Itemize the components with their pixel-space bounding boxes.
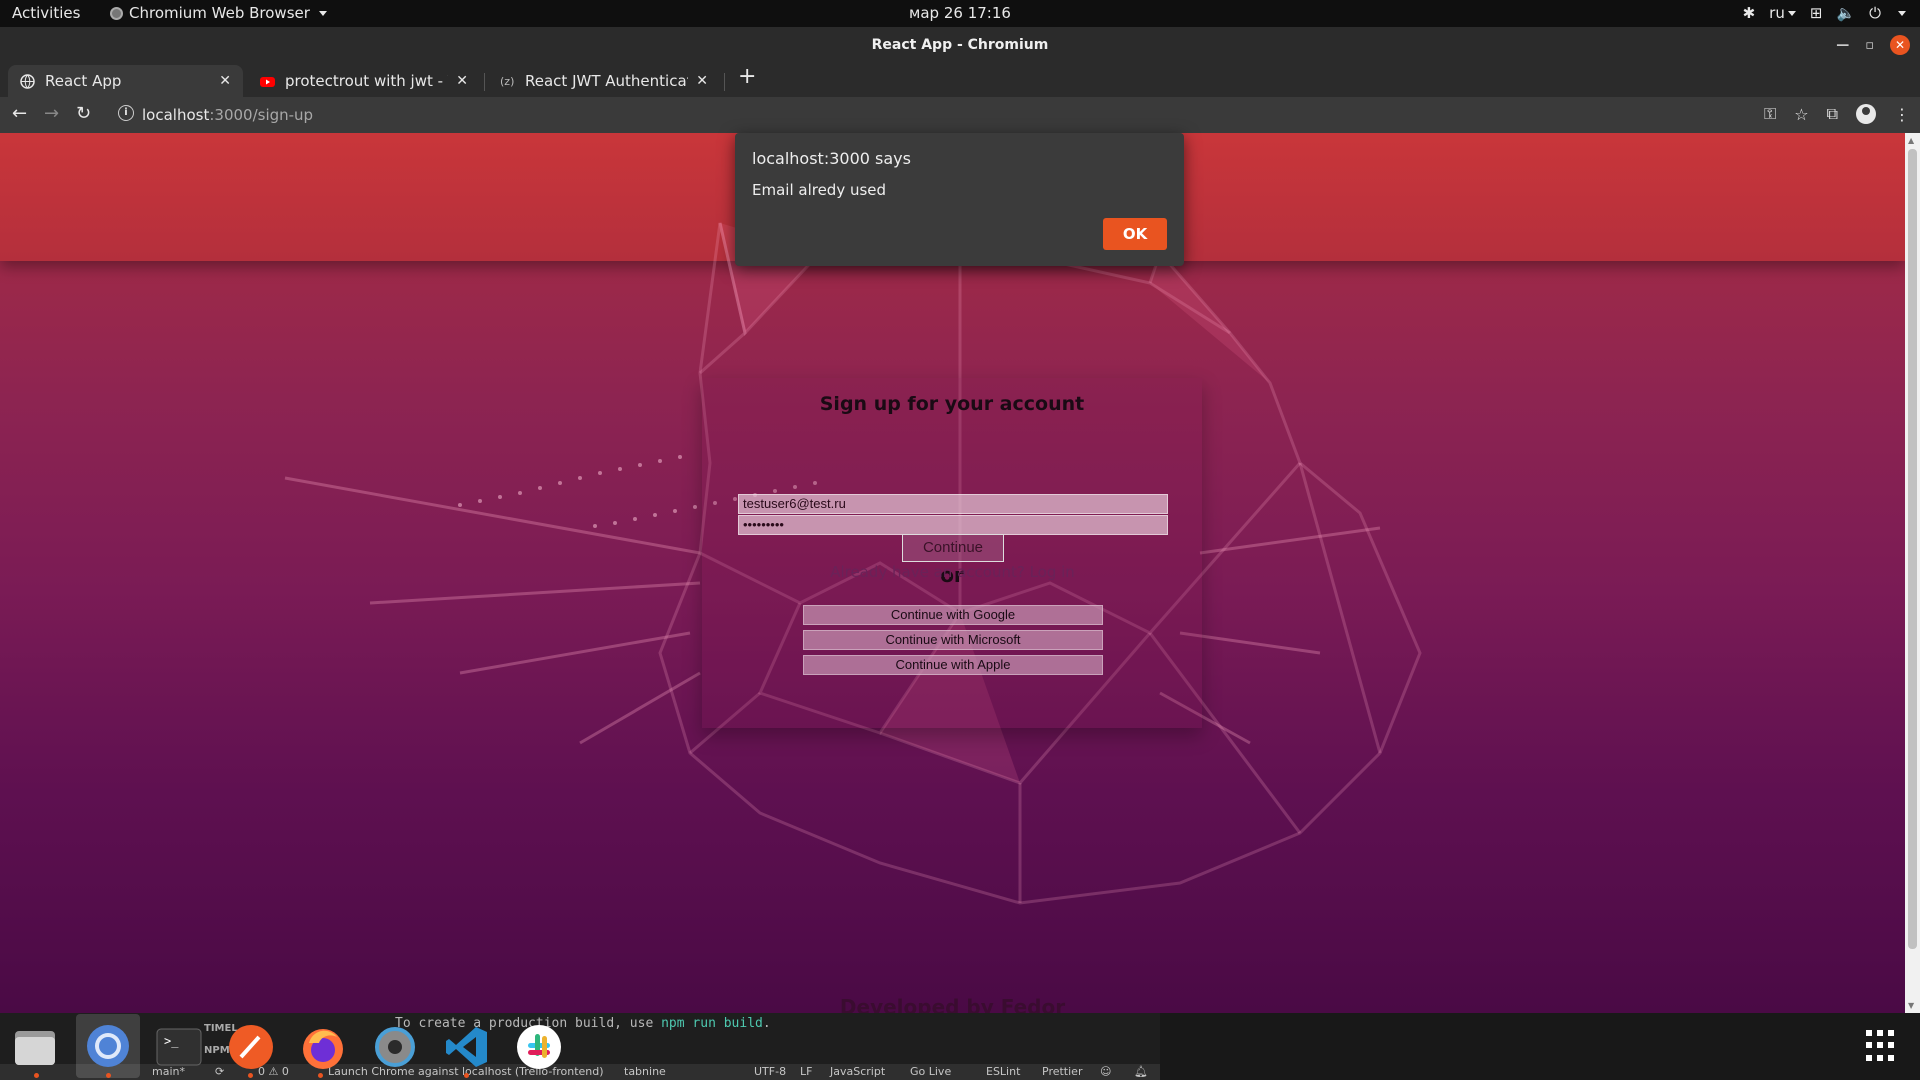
key-icon[interactable]: ⚿ [1764,104,1776,124]
window-titlebar: React App - Chromium — ▫ ✕ [0,27,1920,63]
running-indicator [318,1073,323,1078]
postman-dock-icon[interactable] [224,1020,278,1074]
chevron-down-icon [1787,11,1796,16]
globe-icon [20,73,35,89]
chevron-down-icon [318,10,327,16]
volume-icon[interactable]: 🔈 [1836,4,1855,22]
close-tab-icon[interactable]: ✕ [219,73,231,89]
files-dock-icon[interactable] [8,1020,62,1074]
scroll-down-icon[interactable]: ▼ [1908,1001,1914,1010]
notifications-bell-icon[interactable]: 🔔︎ [1134,1065,1148,1078]
tab-separator [484,73,485,91]
continue-with-google-button[interactable]: Continue with Google [803,605,1103,625]
new-tab-button[interactable]: + [738,64,756,89]
bookmark-star-icon[interactable]: ☆ [1794,105,1808,124]
app-menu[interactable]: Chromium Web Browser [110,4,327,22]
running-indicator [34,1073,39,1078]
youtube-icon [260,74,275,89]
settings-dock-icon[interactable] [368,1020,422,1074]
maximize-icon[interactable]: ▫ [1865,38,1874,53]
power-icon[interactable]: ⏻ [1869,4,1881,22]
continue-with-microsoft-button[interactable]: Continue with Microsoft [803,630,1103,650]
browser-toolbar: ← → ↻ i localhost:3000/sign-up ⚿ ☆ ⧉ ⋮ [0,97,1920,133]
continue-with-apple-button[interactable]: Continue with Apple [803,655,1103,675]
tab-react-jwt[interactable]: (z) React JWT Authenticatior ✕ [488,65,720,97]
terminal-line-cmd: npm run build [661,1016,763,1031]
system-tray[interactable]: ✱ ru ⊞ 🔈 ⏻ [1743,4,1906,22]
extensions-icon[interactable]: ⧉ [1827,104,1838,124]
window-controls: — ▫ ✕ [1836,35,1910,55]
alert-message: Email alredy used [752,181,887,199]
eol-status[interactable]: LF [800,1065,812,1078]
encoding-status[interactable]: UTF-8 [754,1065,786,1078]
reload-icon[interactable]: ↻ [76,103,91,124]
tabnine-status[interactable]: tabnine [624,1065,666,1078]
running-indicator [248,1073,253,1078]
signup-heading: Sign up for your account [819,393,1085,415]
scrollbar-thumb[interactable] [1908,149,1917,949]
tab-label: React JWT Authenticatior [525,72,688,90]
svg-text:>_: >_ [164,1034,179,1048]
show-applications-icon[interactable] [1866,1030,1898,1062]
tab-separator [724,73,725,91]
tab-react-app[interactable]: React App ✕ [8,65,243,97]
running-indicator [106,1073,111,1078]
page-scrollbar[interactable]: ▲ ▼ [1905,133,1920,1013]
tab-label: protectrout with jwt - You [285,72,448,90]
password-field[interactable]: ••••••••• [738,515,1168,535]
back-icon[interactable]: ← [12,103,27,124]
eslint-status[interactable]: ESLint [986,1065,1020,1078]
profile-avatar-icon[interactable] [1856,104,1876,124]
alert-ok-button[interactable]: OK [1103,218,1167,250]
slack-tray-icon[interactable]: ✱ [1743,4,1756,22]
app-menu-label: Chromium Web Browser [129,4,310,22]
network-icon[interactable]: ⊞ [1810,4,1823,22]
toolbar-actions: ⚿ ☆ ⧉ ⋮ [1764,104,1910,124]
forward-icon[interactable]: → [44,103,59,124]
sync-icon[interactable]: ⟳ [215,1065,224,1078]
url-host: localhost [142,106,210,124]
chromium-dock-icon[interactable] [76,1014,140,1078]
language-mode[interactable]: JavaScript [830,1065,885,1078]
continue-button[interactable]: Continue [902,534,1004,562]
language-indicator[interactable]: ru [1769,4,1796,22]
login-link[interactable]: Already have an account? Log in [0,563,1905,581]
tab-label: React App [45,72,122,90]
close-tab-icon[interactable]: ✕ [456,73,468,89]
url-path: :3000/sign-up [209,106,314,124]
language-label: ru [1769,4,1785,22]
go-live-button[interactable]: Go Live [910,1065,951,1078]
running-indicator [464,1073,469,1078]
address-bar[interactable]: i localhost:3000/sign-up [110,101,1750,129]
menu-dots-icon[interactable]: ⋮ [1894,105,1910,124]
tab-strip: React App ✕ protectrout with jwt - You ✕… [0,63,1920,97]
alert-dialog: localhost:3000 says Email alredy used OK [735,133,1184,266]
site-info-icon[interactable]: i [118,105,134,121]
prettier-status[interactable]: Prettier [1042,1065,1082,1078]
feedback-icon[interactable]: ☺ [1100,1065,1111,1078]
slack-dock-icon[interactable] [512,1020,566,1074]
vscode-dock-icon[interactable] [440,1020,494,1074]
close-tab-icon[interactable]: ✕ [696,73,708,89]
system-top-bar: Activities Chromium Web Browser мар 26 1… [0,0,1920,27]
scroll-up-icon[interactable]: ▲ [1908,136,1914,145]
alert-title: localhost:3000 says [752,149,911,168]
close-window-button[interactable]: ✕ [1890,35,1910,55]
page-footer: Developed by Fedor [839,995,1066,1013]
terminal-dock-icon[interactable]: >_ [152,1020,206,1074]
window-title: React App - Chromium [871,37,1049,53]
chevron-down-icon[interactable] [1898,10,1906,16]
chromium-icon [110,6,123,20]
url-text[interactable]: localhost:3000/sign-up [142,106,313,124]
z-icon: (z) [500,74,515,88]
activities-button[interactable]: Activities [12,4,80,22]
firefox-dock-icon[interactable] [296,1020,350,1074]
signup-card: Sign up for your account testuser6@test.… [702,378,1202,728]
tab-youtube[interactable]: protectrout with jwt - You ✕ [248,65,480,97]
email-field[interactable]: testuser6@test.ru [738,494,1168,514]
minimize-icon[interactable]: — [1836,38,1849,53]
terminal-line-suffix: . [762,1016,771,1031]
